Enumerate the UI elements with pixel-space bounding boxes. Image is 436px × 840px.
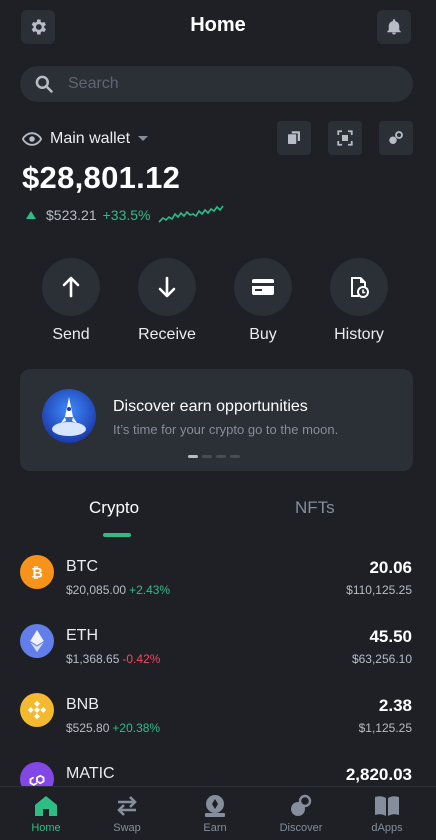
asset-price-line: $1,368.65 -0.42% [66,652,160,666]
nav-earn-label: Earn [203,822,227,834]
nav-home-label: Home [31,822,61,834]
change-percent: +33.5% [102,207,151,223]
banner-title: Discover earn opportunities [113,398,308,415]
moon-logo [42,389,96,443]
link-icon [389,131,403,144]
nav-discover[interactable]: Discover [266,793,336,834]
asset-row-bnb[interactable]: BNB $525.80 +20.38% 2.38 $1,125.25 [0,690,436,746]
balance-change: $523.21 +33.5% [26,204,225,226]
wallet-name: Main wallet [50,130,131,147]
copy-icon [288,131,300,144]
nav-dapps-label: dApps [371,822,403,834]
search-input[interactable] [68,75,368,93]
page-title: Home [190,14,246,36]
send-action[interactable]: Send [21,258,121,344]
buy-button[interactable] [234,258,292,316]
svg-text:₿: ₿ [31,565,43,581]
scan-button[interactable] [328,121,362,155]
receive-action[interactable]: Receive [117,258,217,344]
asset-symbol: ETH [66,627,98,644]
arrow-down-icon [158,276,176,298]
carousel-dots [188,455,240,458]
card-icon [252,279,274,295]
copy-address-button[interactable] [277,121,311,155]
asset-row-eth[interactable]: ETH $1,368.65 -0.42% 45.50 $63,256.10 [0,621,436,677]
asset-change: -0.42% [122,652,161,666]
nav-home[interactable]: Home [11,793,81,834]
notifications-button[interactable] [377,10,411,44]
nav-swap-label: Swap [113,822,141,834]
asset-value: $63,256.10 [351,652,412,666]
earn-icon [205,795,225,817]
eye-icon[interactable] [22,131,42,147]
wallet-selector[interactable]: Main wallet [22,126,150,152]
book-icon [375,796,399,816]
asset-tabs: Crypto NFTs [0,498,436,540]
history-action[interactable]: History [309,258,409,344]
search-icon [35,75,53,93]
carousel-dot[interactable] [202,455,212,458]
asset-price-line: $525.80 +20.38% [66,721,160,735]
asset-symbol: BTC [66,558,98,575]
asset-price: $525.80 [66,721,110,735]
search-bar[interactable] [20,66,413,102]
asset-amount: 2.38 [378,696,412,715]
bnb-icon [20,693,54,727]
tab-crypto[interactable]: Crypto [89,498,139,518]
tab-nfts[interactable]: NFTs [295,498,335,518]
asset-amount: 2,820.03 [345,765,412,784]
asset-row-btc[interactable]: ₿ BTC $20,085.00 +2.43% 20.06 $110,125.25 [0,552,436,608]
nav-discover-label: Discover [279,822,323,834]
sparkline-icon [158,205,225,223]
btc-icon: ₿ [20,555,54,589]
earn-banner[interactable]: Discover earn opportunities It’s time fo… [20,369,413,471]
banner-subtitle: It’s time for your crypto go to the moon… [113,422,339,437]
discover-icon [291,794,312,816]
send-label: Send [52,326,90,343]
history-label: History [334,326,384,343]
change-amount: $523.21 [46,207,97,223]
bell-icon [387,19,401,35]
nav-earn[interactable]: Earn [180,793,250,834]
receive-label: Receive [138,326,196,343]
buy-action[interactable]: Buy [213,258,313,344]
buy-label: Buy [249,326,277,343]
asset-symbol: BNB [66,696,99,713]
eth-icon [20,624,54,658]
home-icon [35,796,57,816]
active-tab-indicator [103,533,131,537]
triangle-up-icon [26,211,36,219]
asset-price: $20,085.00 [66,583,127,597]
swap-icon [117,796,137,816]
asset-change: +20.38% [112,721,161,735]
carousel-dot-active[interactable] [188,455,198,458]
asset-price: $1,368.65 [66,652,120,666]
quick-actions: Send Receive Buy History [0,258,436,348]
asset-change: +2.43% [129,583,171,597]
arrow-up-icon [62,276,80,298]
asset-value: $110,125.25 [346,583,412,597]
nav-swap[interactable]: Swap [92,793,162,834]
receive-button[interactable] [138,258,196,316]
send-button[interactable] [42,258,100,316]
asset-value: $1,125.25 [358,721,412,735]
history-icon [351,277,369,298]
nav-dapps[interactable]: dApps [352,793,422,834]
carousel-dot[interactable] [216,455,226,458]
asset-price-line: $20,085.00 +2.43% [66,583,170,597]
history-button[interactable] [330,258,388,316]
connect-button[interactable] [379,121,413,155]
bottom-nav: Home Swap Earn Discover dApps [0,786,436,840]
asset-amount: 45.50 [369,627,412,646]
total-balance: $28,801.12 [22,160,181,195]
scan-icon [337,130,353,146]
chevron-down-icon [138,136,149,141]
carousel-dot[interactable] [230,455,240,458]
asset-symbol: MATIC [66,765,115,782]
asset-amount: 20.06 [369,558,412,577]
top-bar: Home [0,0,436,56]
